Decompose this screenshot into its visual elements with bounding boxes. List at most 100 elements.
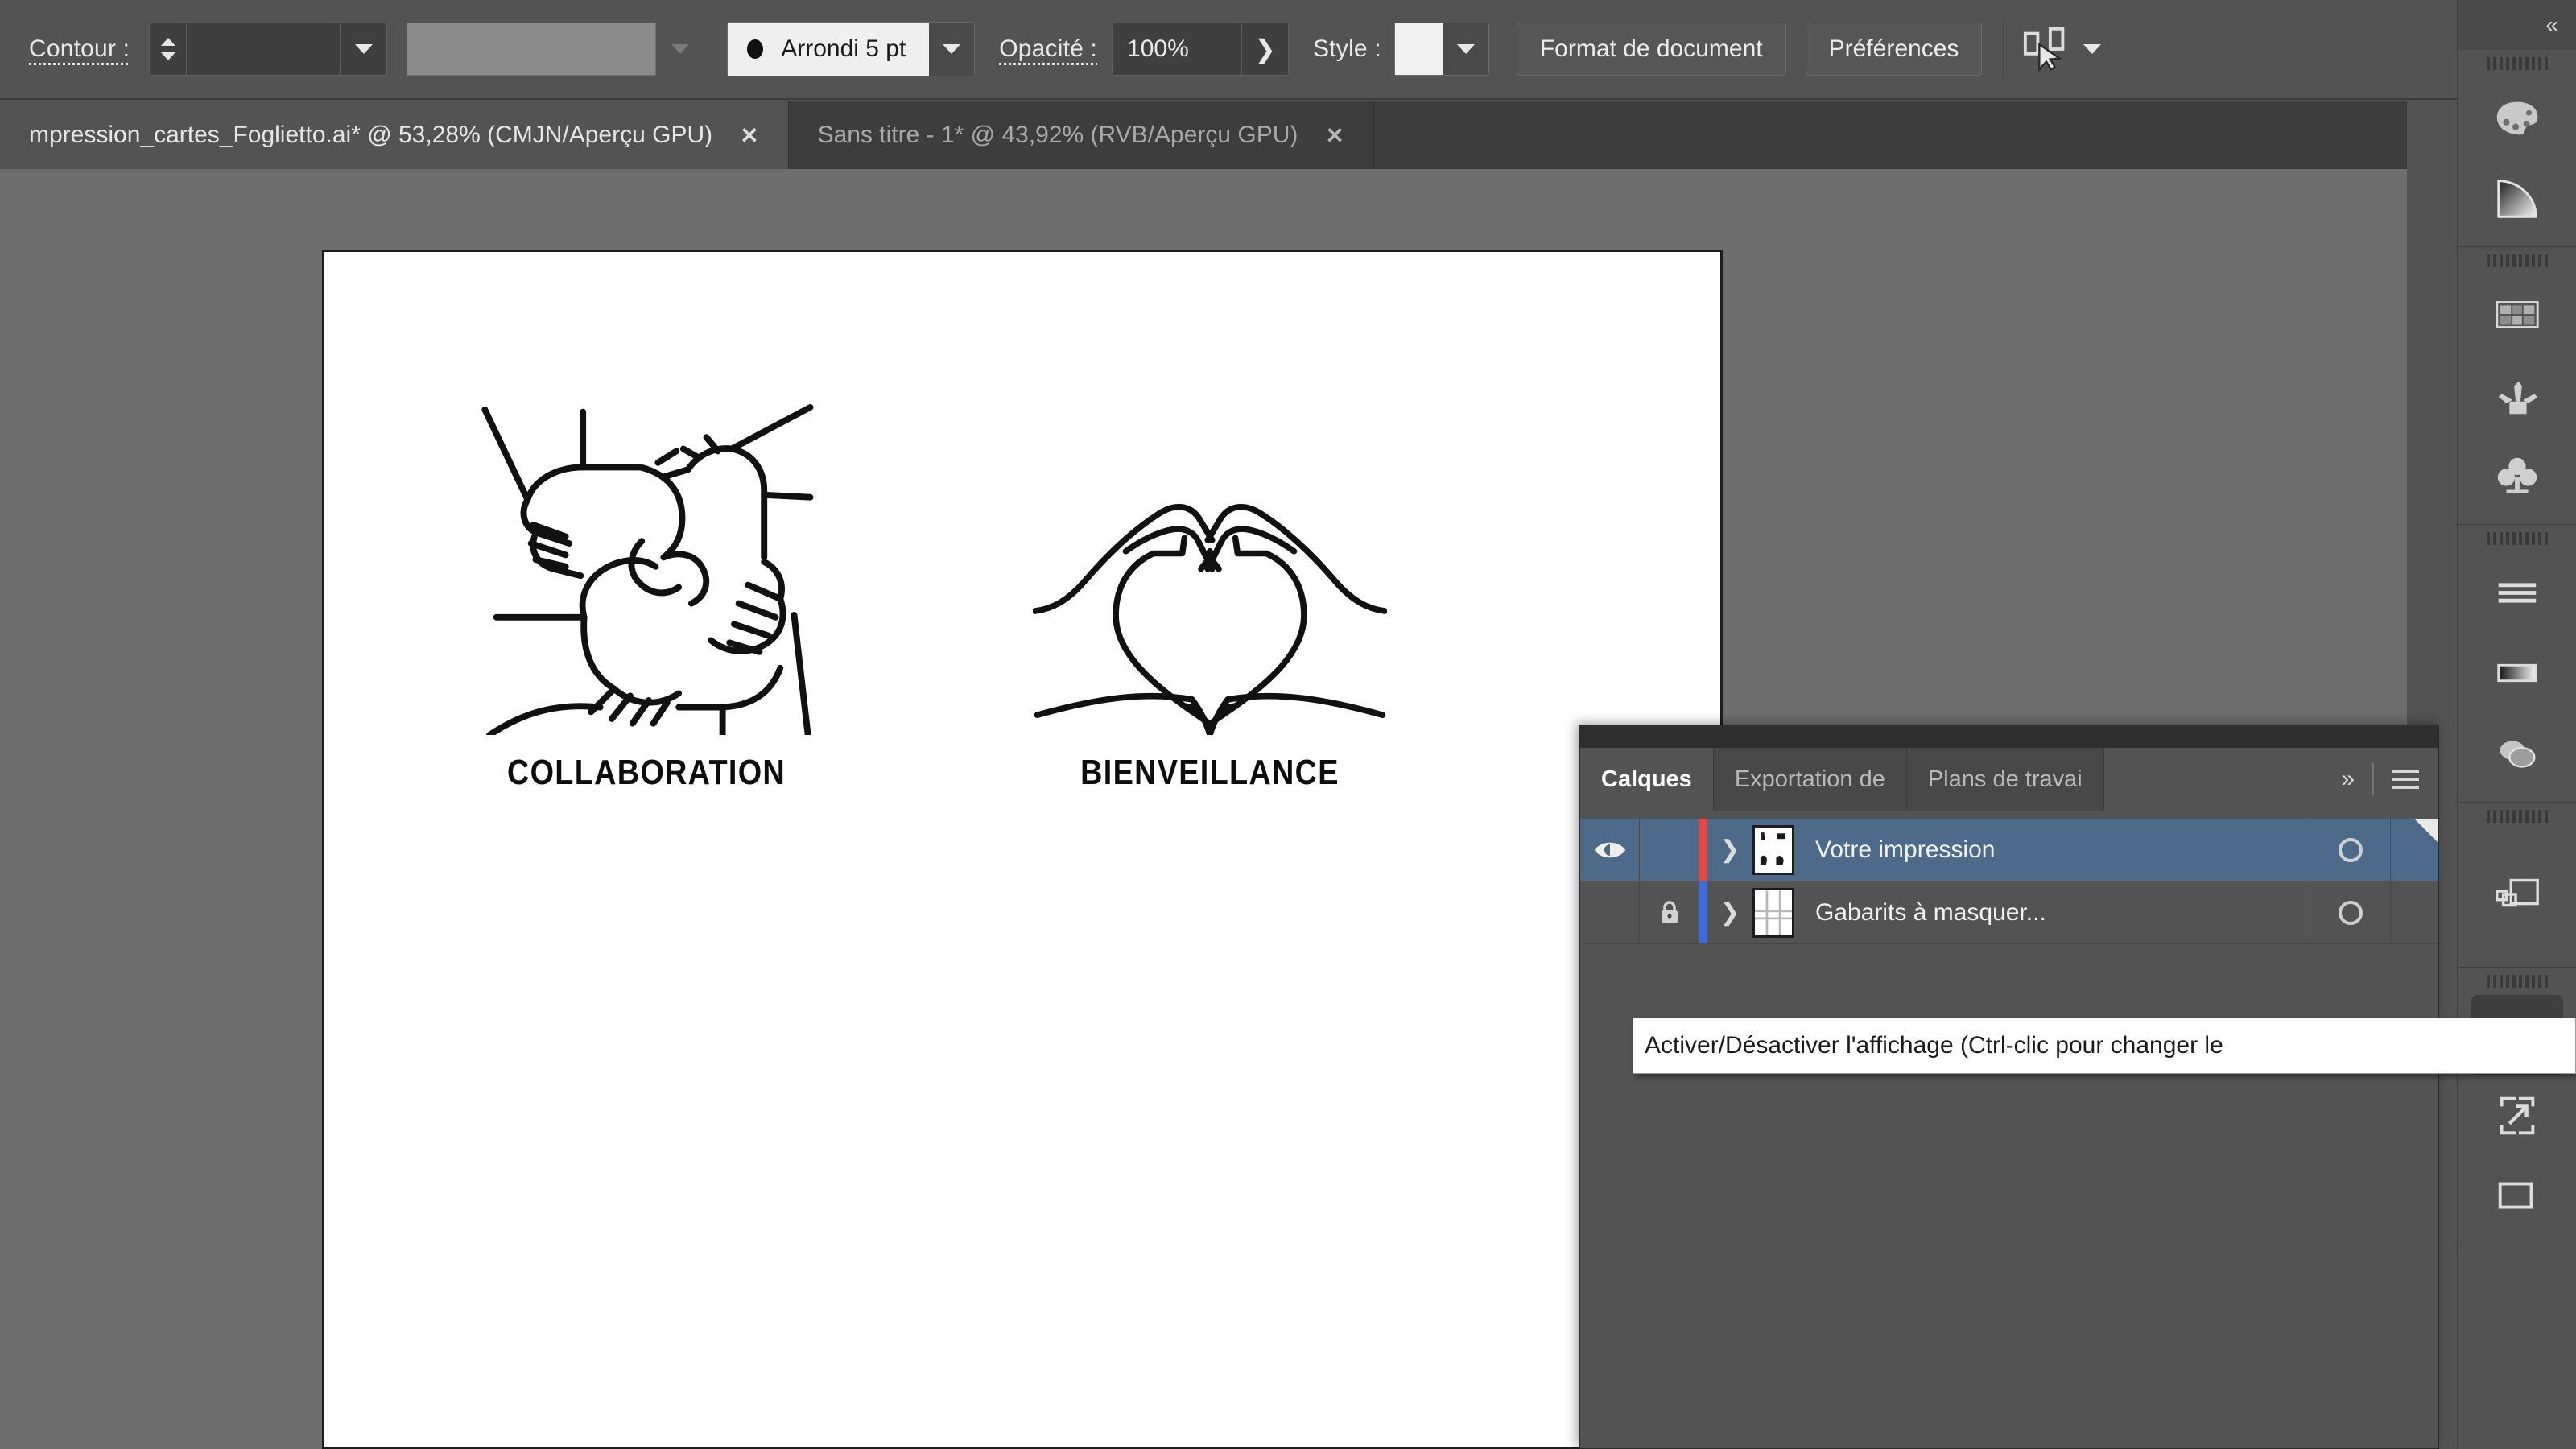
swatches-grid-icon (2496, 301, 2539, 328)
stroke-weight-input[interactable] (187, 23, 341, 75)
layer-expand-toggle[interactable]: ❯ (1707, 881, 1752, 943)
artwork-item-bienveillance[interactable]: BIENVEILLANCE (1031, 469, 1389, 792)
chevron-down-icon (354, 44, 373, 54)
close-icon[interactable]: ✕ (1325, 122, 1344, 149)
selection-corner-icon (2414, 819, 2438, 843)
tooltip: Activer/Désactiver l'affichage (Ctrl-cli… (1633, 1018, 2576, 1074)
align-lines-icon (2498, 583, 2537, 603)
table-row[interactable]: ❯ Votre impression (1580, 819, 2438, 881)
tab-calques[interactable]: Calques (1580, 748, 1714, 811)
tab-exportation[interactable]: Exportation de (1713, 748, 1907, 811)
dock-button-symbols[interactable] (2458, 436, 2576, 516)
target-circle-icon (2338, 837, 2363, 862)
overflow-chevron-icon[interactable]: » (2341, 766, 2355, 793)
dock-button-transparency[interactable] (2458, 713, 2576, 794)
four-hands-unity-icon (481, 403, 814, 738)
symbols-icon (2497, 457, 2537, 493)
graphic-style-swatch[interactable] (1394, 23, 1443, 75)
opacity-label: Opacité : (999, 35, 1098, 62)
layer-name[interactable]: Gabarits à masquer... (1794, 881, 2310, 943)
stroke-weight-arrows[interactable] (150, 23, 188, 75)
layer-lock-toggle[interactable] (1640, 881, 1699, 943)
chevron-down-icon (671, 44, 690, 54)
chevron-down-icon (2083, 44, 2102, 54)
chevron-down-icon (1456, 44, 1475, 54)
layer-thumbnail (1752, 824, 1794, 875)
artwork-item-collaboration[interactable]: COLLABORATION (469, 389, 824, 792)
preferences-button[interactable]: Préférences (1805, 23, 1983, 76)
brush-definition-dropdown[interactable] (929, 23, 975, 76)
layer-selection-indicator (2390, 819, 2438, 881)
color-palette-icon (2496, 101, 2538, 135)
layer-lock-toggle[interactable] (1640, 819, 1699, 881)
layer-visibility-toggle[interactable] (1580, 819, 1640, 881)
brush-definition-combo[interactable]: Arrondi 5 pt (727, 22, 976, 76)
artboard[interactable]: COLLABORATION BIENVEILLANCE (322, 250, 1723, 1449)
dock-grip[interactable] (2458, 803, 2576, 830)
layer-color-swatch (1699, 881, 1707, 943)
dock-button-gradient[interactable] (2458, 158, 2576, 238)
lock-icon (1661, 900, 1678, 923)
dock-button-artboards[interactable] (2458, 1156, 2576, 1236)
transparency-icon (2500, 741, 2536, 768)
close-icon[interactable]: ✕ (740, 122, 758, 149)
artboards-icon (2498, 1182, 2533, 1209)
panel-tab-actions: » (2322, 748, 2438, 811)
dock-grip[interactable] (2458, 50, 2576, 77)
dock-button-artboards-export[interactable] (2458, 1075, 2576, 1156)
stroke-weight-dropdown[interactable] (340, 23, 386, 75)
stroke-profile-preview[interactable] (407, 23, 657, 76)
layer-target-indicator[interactable] (2310, 881, 2390, 943)
dock-collapse-button[interactable]: « (2458, 0, 2576, 50)
graphic-style-combo[interactable] (1393, 23, 1489, 76)
dock-button-pathfinder[interactable] (2458, 830, 2576, 959)
layer-thumbnail-art (1755, 890, 1792, 935)
hamburger-menu-icon[interactable] (2392, 770, 2419, 789)
divider (2372, 763, 2374, 795)
layer-target-indicator[interactable] (2310, 819, 2390, 881)
layer-name[interactable]: Votre impression (1794, 819, 2310, 881)
table-row[interactable]: ❯ Gabarits à masquer... (1580, 881, 2438, 944)
align-to-selection-control[interactable] (2022, 24, 2102, 74)
dock-button-align[interactable] (2458, 552, 2576, 633)
chevron-up-icon (160, 38, 175, 46)
dock-button-color[interactable] (2458, 77, 2576, 158)
heart-hands-icon (1031, 504, 1389, 738)
document-setup-button[interactable]: Format de document (1516, 23, 1786, 76)
layers-panel[interactable]: Calques Exportation de Plans de travai » (1579, 724, 2439, 1449)
dock-button-swatches[interactable] (2458, 275, 2576, 355)
layer-expand-toggle[interactable]: ❯ (1707, 819, 1752, 881)
opacity-flyout-button[interactable]: ❯ (1241, 23, 1288, 75)
dock-grip[interactable] (2458, 968, 2576, 995)
gradient-bar-icon (2497, 663, 2537, 683)
document-tab-0[interactable]: mpression_cartes_Foglietto.ai* @ 53,28% … (0, 101, 789, 169)
dock-grip[interactable] (2458, 525, 2576, 552)
opacity-input[interactable]: 100% (1113, 23, 1241, 75)
graphic-style-dropdown[interactable] (1443, 23, 1488, 75)
align-to-selection-icon (2024, 27, 2065, 72)
document-tab-title: Sans titre - 1* @ 43,92% (RVB/Aperçu GPU… (817, 122, 1298, 148)
layer-visibility-toggle[interactable] (1580, 881, 1640, 943)
dock-grip[interactable] (2458, 247, 2576, 275)
opacity-control[interactable]: 100% ❯ (1112, 23, 1290, 76)
layer-selection-indicator (2390, 881, 2438, 943)
document-tab-1[interactable]: Sans titre - 1* @ 43,92% (RVB/Aperçu GPU… (788, 101, 1374, 169)
dock-button-brushes[interactable] (2458, 355, 2576, 436)
artwork-caption: BIENVEILLANCE (1080, 753, 1340, 792)
stroke-weight-stepper[interactable] (149, 23, 388, 76)
stroke-profile-combo[interactable] (407, 23, 704, 76)
tab-plans-de-travail[interactable]: Plans de travai (1906, 748, 2104, 811)
eye-icon (1594, 842, 1625, 857)
chevron-down-icon (160, 52, 175, 60)
chevron-down-icon (943, 44, 961, 54)
brush-definition-preview[interactable]: Arrondi 5 pt (728, 23, 930, 76)
dock-group-layers (2458, 968, 2576, 1245)
dock-button-gradient-bar[interactable] (2458, 633, 2576, 713)
target-circle-icon (2338, 900, 2363, 925)
dock-group-pathfinder (2458, 803, 2576, 968)
panel-drag-handle[interactable] (1580, 725, 2438, 748)
layers-list: ❯ Votre impression ❯ Gabarits à masquer.… (1580, 811, 2438, 944)
layer-thumbnail (1752, 887, 1794, 938)
dock-group-assets (2458, 247, 2576, 525)
stroke-profile-dropdown[interactable] (656, 23, 704, 76)
